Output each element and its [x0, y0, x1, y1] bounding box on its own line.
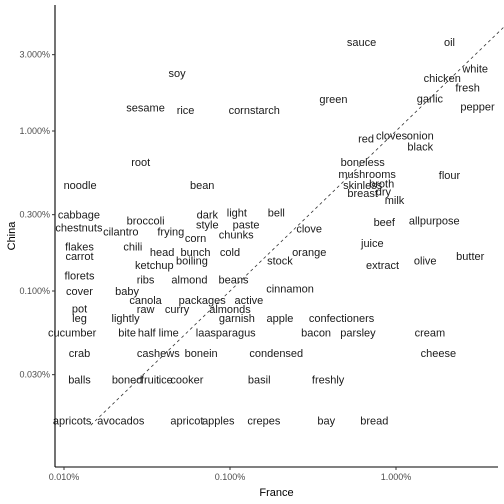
word-label: apple: [267, 313, 294, 325]
word-label: leg: [72, 313, 87, 325]
y-tick-label: 0.030%: [19, 370, 50, 380]
word-label: light: [227, 207, 247, 219]
word-label: cabbage: [58, 210, 100, 222]
word-label: ketchup: [135, 260, 174, 272]
word-label: bonein: [185, 348, 218, 360]
word-label: head: [150, 247, 174, 259]
word-label: boned: [112, 374, 143, 386]
word-label: boneless: [341, 157, 386, 169]
word-label: parsley: [340, 328, 376, 340]
word-label: apricot: [170, 416, 203, 428]
word-label: allpurpose: [409, 216, 460, 228]
word-label: balls: [68, 374, 91, 386]
y-tick-label: 1.000%: [19, 126, 50, 136]
word-label: sauce: [347, 37, 376, 49]
word-label: apples: [202, 416, 235, 428]
word-label: bay: [317, 416, 335, 428]
y-tick-label: 0.300%: [19, 210, 50, 220]
word-label: chili: [123, 241, 142, 253]
word-label: ribs: [137, 274, 155, 286]
word-label: chunks: [219, 230, 254, 242]
word-label: red: [358, 133, 374, 145]
word-label: sesame: [126, 103, 165, 115]
chart: sauce oilsoy chickenwhitefreshgarlicpepper…: [6, 5, 504, 499]
word-label: bell: [268, 207, 285, 219]
word-label: garlic: [417, 93, 444, 105]
word-label: fresh: [455, 83, 479, 95]
word-label: cooker: [170, 374, 203, 386]
word-label: bacon: [301, 328, 331, 340]
word-label: clove: [296, 224, 322, 236]
word-label: curry: [165, 304, 190, 316]
word-label: beans: [219, 274, 249, 286]
word-label: breast: [347, 188, 378, 200]
word-label: cornstarch: [229, 105, 280, 117]
word-label: flour: [439, 170, 461, 182]
word-label: juice: [360, 238, 384, 250]
word-label: basil: [248, 374, 271, 386]
word-label: rice: [177, 105, 195, 117]
word-label: crepes: [247, 416, 281, 428]
x-tick-label: 0.010%: [49, 472, 80, 482]
word-label: cream: [415, 328, 446, 340]
word-label: confectioners: [309, 313, 375, 325]
word-label: condensed: [249, 348, 303, 360]
word-label: crab: [69, 348, 90, 360]
word-label: butter: [456, 251, 484, 263]
word-label: noodle: [64, 180, 97, 192]
word-label: frying: [157, 227, 184, 239]
word-label: avocados: [97, 416, 145, 428]
word-label: cinnamon: [266, 283, 314, 295]
word-label: apricots: [53, 416, 92, 428]
word-label: stock: [267, 256, 293, 268]
word-label: chestnuts: [55, 222, 103, 234]
word-label: beef: [374, 217, 396, 229]
word-label: half lime: [138, 328, 179, 340]
word-label: pepper: [460, 102, 495, 114]
x-axis-ticks: 0.010% 0.100% 1.000%: [49, 467, 412, 482]
word-label: style: [196, 220, 219, 232]
word-label: florets: [65, 270, 95, 282]
word-label: lightly: [112, 313, 141, 325]
word-label: bread: [360, 416, 388, 428]
word-label: freshly: [312, 374, 345, 386]
x-tick-label: 1.000%: [381, 472, 412, 482]
word-label: cold: [220, 247, 240, 259]
word-label: garnish: [219, 313, 255, 325]
x-tick-label: 0.100%: [215, 472, 246, 482]
y-tick-label: 3.000%: [19, 50, 50, 60]
word-label: boiling: [176, 256, 208, 268]
word-label: corn: [185, 233, 206, 245]
word-label: cloves: [376, 130, 408, 142]
x-axis-title: France: [259, 487, 293, 499]
word-label: carrot: [65, 251, 93, 263]
word-label: olive: [414, 256, 437, 268]
word-label: bean: [190, 180, 214, 192]
word-label: soy: [169, 68, 187, 80]
word-label: cover: [66, 286, 93, 298]
word-label: cashews: [137, 348, 180, 360]
word-label: white: [461, 64, 488, 76]
word-label: fruit: [141, 374, 159, 386]
word-label: almond: [171, 274, 207, 286]
word-label: oil: [444, 37, 455, 49]
word-label: onion: [407, 130, 434, 142]
word-label: asparagus: [204, 328, 256, 340]
y-tick-label: 0.100%: [19, 286, 50, 296]
y-axis-title: China: [6, 221, 18, 251]
word-labels-layer: sauce oilsoy chickenwhitefreshgarlicpepper…: [48, 37, 495, 428]
word-label: extract: [366, 260, 399, 272]
word-label: black: [407, 142, 433, 154]
word-label: milk: [385, 195, 405, 207]
word-label: root: [131, 157, 150, 169]
word-label: bite: [118, 328, 136, 340]
word-label: orange: [292, 247, 326, 259]
word-label: cilantro: [103, 227, 138, 239]
word-label: green: [319, 94, 347, 106]
word-label: cheese: [421, 348, 456, 360]
